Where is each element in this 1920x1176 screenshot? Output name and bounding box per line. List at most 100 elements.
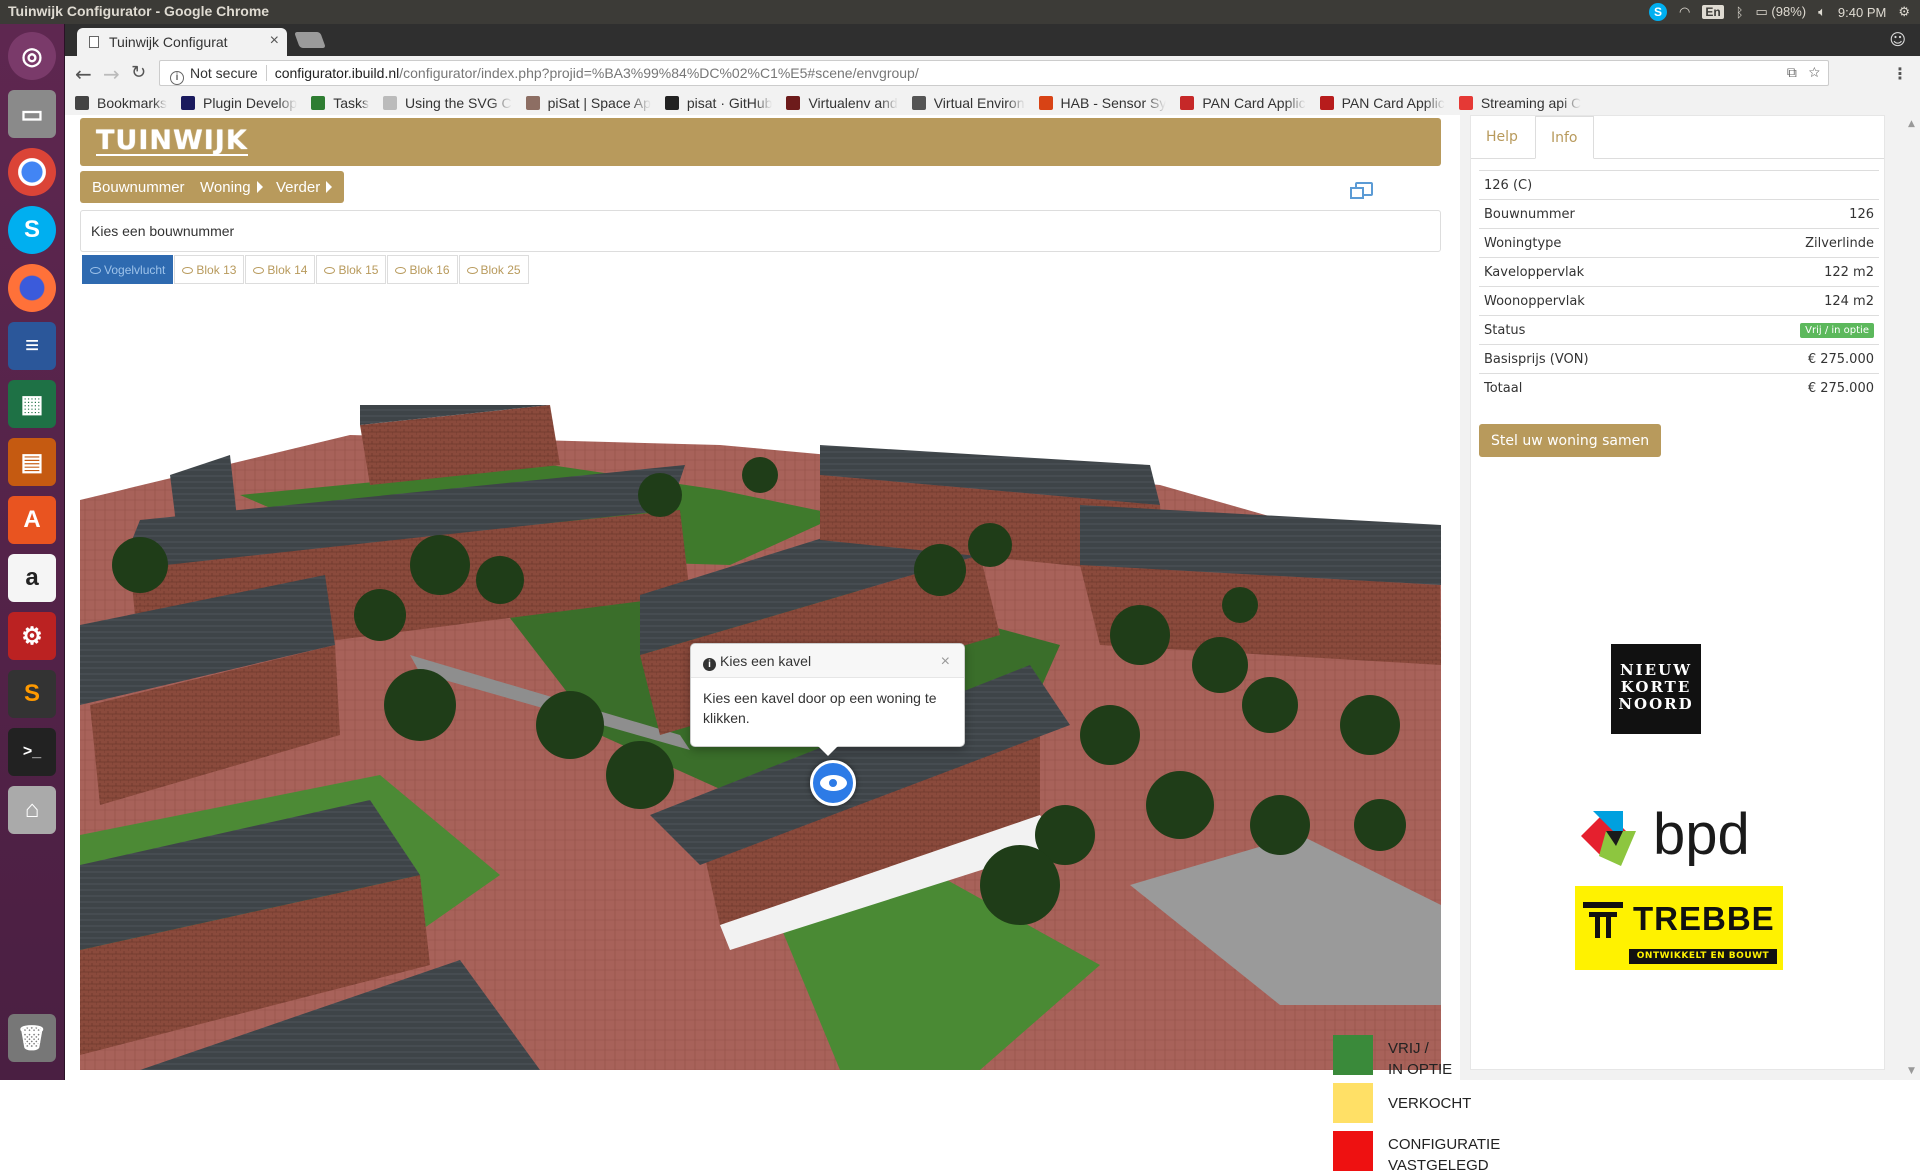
ubuntu-dash-icon[interactable]: ◎	[8, 32, 56, 80]
bookmark-label: PAN Card Applic	[1202, 94, 1306, 111]
nav-label: Verder	[276, 179, 321, 196]
table-row: 126 (C)	[1479, 170, 1879, 200]
firefox-icon[interactable]	[8, 264, 56, 312]
hab-icon	[1038, 95, 1053, 110]
skype-tray-icon[interactable]: S	[1649, 3, 1668, 21]
bookmark-item[interactable]: HAB - Sensor Sy	[1038, 94, 1167, 111]
trash-icon[interactable]: 🗑︎	[8, 1014, 56, 1062]
close-tab-icon[interactable]: ×	[270, 32, 279, 50]
view-tab[interactable]: Blok 15	[316, 255, 387, 284]
compose-home-button[interactable]: Stel uw woning samen	[1479, 424, 1662, 457]
sidebar-tabs: Help Info	[1471, 116, 1884, 159]
profile-icon[interactable]: ☺	[1889, 30, 1906, 49]
legend-swatch-yellow	[1333, 1083, 1373, 1123]
bookmark-label: Using the SVG C	[405, 94, 512, 111]
eye-icon	[182, 267, 194, 274]
bookmark-item[interactable]: piSat | Space Ap	[525, 94, 651, 111]
bookmark-item[interactable]: Bookmarks	[75, 95, 167, 111]
forward-arrow-icon[interactable]: →	[103, 62, 120, 86]
prompt-panel: Kies een bouwnummer	[80, 210, 1441, 252]
bluetooth-icon[interactable]: ᛒ	[1736, 5, 1744, 20]
chrome-menu-icon[interactable]: ⋮	[1892, 64, 1908, 83]
wifi-icon[interactable]: ◠	[1679, 4, 1690, 20]
libreoffice-writer-icon[interactable]: ≡	[8, 322, 56, 370]
system-settings-icon[interactable]: ⚙	[8, 612, 56, 660]
chrome-icon[interactable]	[8, 148, 56, 196]
view-tab[interactable]: Vogelvlucht	[82, 255, 174, 284]
files-icon[interactable]: ▭	[8, 90, 56, 138]
bookmark-star-icon[interactable]: ☆	[1809, 64, 1820, 80]
trebbe-wordmark: TREBBE	[1633, 900, 1775, 937]
popover-arrow	[818, 746, 838, 756]
page-icon	[383, 95, 397, 110]
sublime-text-icon[interactable]: S	[8, 670, 56, 718]
terminal-icon[interactable]: >_	[8, 728, 56, 776]
browser-tab[interactable]: Tuinwijk Configurat ×	[77, 28, 287, 56]
eye-icon	[324, 267, 336, 274]
new-tab-button[interactable]	[294, 32, 326, 48]
bookmark-item[interactable]: Virtualenv and	[786, 95, 898, 111]
settings-gear-icon[interactable]: ⚙	[1898, 4, 1910, 20]
bookmark-item[interactable]: pisat · GitHub	[664, 95, 772, 111]
scroll-down-icon[interactable]: ▼	[1908, 1066, 1915, 1076]
popover-close-icon[interactable]: ×	[941, 653, 950, 671]
address-bar[interactable]: i Not secure configurator.ibuild.nl/config…	[159, 60, 1829, 86]
bookmark-item[interactable]: PAN Card Applic	[1319, 95, 1445, 111]
row-label: Bouwnummer	[1479, 199, 1710, 229]
view-tab-label: Blok 25	[480, 263, 521, 277]
table-row: Woningtype Zilverlinde	[1479, 228, 1879, 258]
amazon-icon[interactable]: a	[8, 554, 56, 602]
logo-line: NOORD	[1618, 695, 1694, 713]
eye-icon	[395, 267, 407, 274]
bookmark-item[interactable]: Virtual Environ	[911, 95, 1025, 111]
viewpoint-eye-marker[interactable]	[810, 760, 856, 806]
view-tab[interactable]: Blok 25	[458, 255, 529, 284]
skype-icon[interactable]: S	[8, 206, 56, 254]
nav-verder-button[interactable]: Verder	[264, 171, 345, 203]
bookmark-item[interactable]: Tasks	[311, 95, 369, 111]
view-tab[interactable]: Blok 13	[174, 255, 245, 284]
youtube-icon	[1458, 95, 1473, 110]
disk-icon[interactable]: ⌂	[8, 786, 56, 834]
browser-chrome: Tuinwijk Configurat × ☺ ← → ↻ i Not secur…	[65, 24, 1920, 115]
row-value: Zilverlinde	[1709, 228, 1879, 258]
page-scrollbar[interactable]: ▲ ▼	[1905, 115, 1920, 1080]
table-row: Status Vrij / in optie	[1479, 315, 1879, 345]
view-tab[interactable]: Blok 14	[245, 255, 316, 284]
bookmark-item[interactable]: Plugin Develop	[181, 95, 297, 111]
clock[interactable]: 9:40 PM	[1838, 5, 1886, 20]
table-row: Kaveloppervlak 122 m2	[1479, 257, 1879, 287]
info-icon[interactable]: i	[170, 71, 184, 85]
libreoffice-impress-icon[interactable]: ▤	[8, 438, 56, 486]
volume-icon[interactable]: 🔈︎	[1818, 4, 1826, 20]
battery-indicator[interactable]: ▭ (98%)	[1756, 4, 1807, 20]
row-label: Status	[1479, 315, 1710, 345]
tuinwijk-logo[interactable]: TUINWIJK	[96, 127, 248, 156]
tab-info[interactable]: Info	[1535, 116, 1594, 159]
trebbe-logo: TREBBE ONTWIKKELT EN BOUWT	[1575, 886, 1783, 970]
plugin-icon	[181, 95, 196, 110]
doc-icon	[911, 95, 926, 110]
nieuw-korte-noord-logo: NIEUW KORTE NOORD	[1611, 644, 1701, 734]
tab-title: Tuinwijk Configurat	[109, 34, 228, 50]
view-tab[interactable]: Blok 16	[387, 255, 458, 284]
bookmark-item[interactable]: PAN Card Applic	[1180, 94, 1306, 111]
nav-woning-button[interactable]: Woning	[188, 171, 275, 203]
back-arrow-icon[interactable]: ←	[75, 62, 92, 86]
row-label: Woningtype	[1479, 228, 1710, 258]
bookmark-label: HAB - Sensor Sy	[1060, 94, 1167, 111]
eye-icon	[466, 267, 478, 274]
popout-window-icon[interactable]	[1350, 182, 1373, 199]
scroll-up-icon[interactable]: ▲	[1908, 119, 1915, 129]
software-center-icon[interactable]: A	[8, 496, 56, 544]
tab-help[interactable]: Help	[1471, 116, 1533, 159]
keyboard-layout-indicator[interactable]: En	[1702, 5, 1724, 19]
reload-icon[interactable]: ↻	[131, 62, 146, 83]
bookmark-item[interactable]: Streaming api C	[1458, 95, 1581, 111]
bookmark-label: piSat | Space Ap	[547, 94, 651, 111]
bpd-mark-icon	[1581, 811, 1636, 866]
translate-icon[interactable]: ⧉	[1787, 64, 1797, 80]
bookmark-item[interactable]: Using the SVG C	[383, 95, 512, 111]
libreoffice-calc-icon[interactable]: ▦	[8, 380, 56, 428]
site-header: TUINWIJK	[80, 118, 1441, 166]
